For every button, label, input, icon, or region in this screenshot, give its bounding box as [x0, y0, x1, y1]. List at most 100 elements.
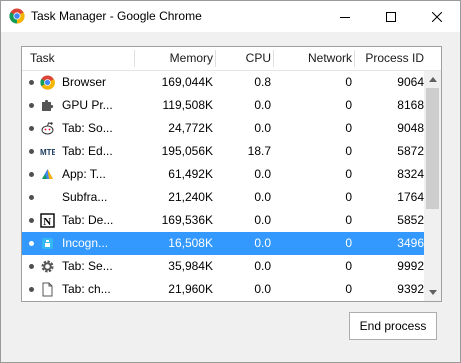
- process-id-value: 5852: [397, 213, 424, 227]
- status-dot: [29, 287, 34, 292]
- task-name: Tab: So...: [62, 121, 113, 135]
- chrome-icon: [40, 75, 55, 90]
- google-apps-icon: [42, 169, 53, 179]
- process-table: Task Memory CPU Network Process ID Brows…: [21, 46, 442, 302]
- process-id-value: 9992: [397, 259, 424, 273]
- cpu-value: 0.0: [254, 236, 271, 250]
- process-id-value: 8324: [397, 167, 424, 181]
- column-header-cpu[interactable]: CPU: [215, 47, 271, 70]
- process-id-value: 5872: [397, 144, 424, 158]
- network-value: 0: [345, 121, 352, 135]
- task-manager-window: Task Manager - Google Chrome Task Memory…: [0, 0, 461, 363]
- table-row[interactable]: GPU Pr... 119,508K 0.0 0 8168: [22, 94, 424, 117]
- chevron-up-icon: [428, 77, 437, 82]
- table-row[interactable]: Subfra... 21,240K 0.0 0 1764: [22, 186, 424, 209]
- network-value: 0: [345, 213, 352, 227]
- end-process-button[interactable]: End process: [349, 312, 437, 340]
- cpu-value: 0.0: [254, 98, 271, 112]
- process-id-value: 3496: [397, 236, 424, 250]
- svg-text:MTE: MTE: [40, 148, 55, 157]
- table-row[interactable]: Browser 169,044K 0.8 0 9064: [22, 71, 424, 94]
- cpu-value: 18.7: [247, 144, 271, 158]
- chrome-icon: [9, 8, 25, 24]
- cpu-value: 0.0: [254, 167, 271, 181]
- puzzle-icon: [42, 99, 54, 111]
- process-list: Browser 169,044K 0.8 0 9064 GPU Pr... 119,508K…: [22, 71, 424, 301]
- process-id-value: 9392: [397, 282, 424, 296]
- document-icon: [42, 282, 53, 297]
- task-name: Tab: Ed...: [62, 144, 113, 158]
- close-button[interactable]: [414, 1, 460, 32]
- column-header-task[interactable]: Task: [30, 47, 55, 70]
- scroll-down-button[interactable]: [424, 284, 441, 301]
- column-header-process-id[interactable]: Process ID: [354, 47, 424, 70]
- task-name: Incogn...: [62, 236, 109, 250]
- status-dot: [29, 149, 34, 154]
- reddit-icon: [41, 122, 54, 135]
- memory-value: 61,492K: [168, 167, 213, 181]
- network-value: 0: [345, 282, 352, 296]
- minimize-button[interactable]: [322, 1, 368, 32]
- title-bar[interactable]: Task Manager - Google Chrome: [1, 1, 460, 32]
- maximize-button[interactable]: [368, 1, 414, 32]
- status-dot: [29, 126, 34, 131]
- network-value: 0: [345, 259, 352, 273]
- extension-icon: [42, 238, 53, 249]
- scrollbar-thumb[interactable]: [426, 88, 439, 209]
- column-header-network[interactable]: Network: [273, 47, 352, 70]
- memory-value: 169,044K: [161, 75, 213, 89]
- none: [40, 190, 55, 205]
- memory-value: 195,056K: [161, 144, 213, 158]
- network-value: 0: [345, 167, 352, 181]
- cpu-value: 0.0: [254, 190, 271, 204]
- minimize-icon: [340, 16, 350, 18]
- column-header-memory[interactable]: Memory: [134, 47, 213, 70]
- status-dot: [29, 103, 34, 108]
- cpu-value: 0.0: [254, 121, 271, 135]
- memory-value: 21,240K: [168, 190, 213, 204]
- process-id-value: 8168: [397, 98, 424, 112]
- maximize-icon: [386, 11, 396, 22]
- vertical-scrollbar[interactable]: [424, 71, 441, 301]
- table-row[interactable]: Tab: So... 24,772K 0.0 0 9048: [22, 117, 424, 140]
- process-id-value: 9064: [397, 75, 424, 89]
- cpu-value: 0.0: [254, 259, 271, 273]
- task-name: Tab: De...: [62, 213, 114, 227]
- status-dot: [29, 195, 34, 200]
- process-id-value: 1764: [397, 190, 424, 204]
- network-value: 0: [345, 144, 352, 158]
- network-value: 0: [345, 236, 352, 250]
- task-name: Browser: [62, 75, 107, 89]
- svg-text:N: N: [43, 216, 51, 228]
- memory-value: 16,508K: [168, 236, 213, 250]
- table-row[interactable]: MTE Tab: Ed... 195,056K 18.7 0 5872: [22, 140, 424, 163]
- notion-icon: N: [40, 213, 55, 228]
- task-name: GPU Pr...: [62, 98, 113, 112]
- network-value: 0: [345, 190, 352, 204]
- chevron-down-icon: [428, 290, 437, 295]
- task-name: Subfra...: [62, 190, 108, 204]
- gear-icon: [41, 260, 54, 273]
- cpu-value: 0.8: [254, 75, 271, 89]
- task-name: App: T...: [62, 167, 106, 181]
- process-id-value: 9048: [397, 121, 424, 135]
- table-row[interactable]: Tab: ch... 21,960K 0.0 0 9392: [22, 278, 424, 301]
- status-dot: [29, 218, 34, 223]
- memory-value: 169,536K: [161, 213, 213, 227]
- table-row[interactable]: Incogn... 16,508K 0.0 0 3496: [22, 232, 424, 255]
- status-dot: [29, 172, 34, 177]
- memory-value: 35,984K: [168, 259, 213, 273]
- memory-value: 21,960K: [168, 282, 213, 296]
- table-row[interactable]: N Tab: De... 169,536K 0.0 0 5852: [22, 209, 424, 232]
- task-name: Tab: Se...: [62, 259, 113, 273]
- cpu-value: 0.0: [254, 213, 271, 227]
- table-row[interactable]: Tab: Se... 35,984K 0.0 0 9992: [22, 255, 424, 278]
- memory-value: 24,772K: [168, 121, 213, 135]
- network-value: 0: [345, 75, 352, 89]
- memory-value: 119,508K: [162, 98, 214, 112]
- table-row[interactable]: App: T... 61,492K 0.0 0 8324: [22, 163, 424, 186]
- scroll-up-button[interactable]: [424, 71, 441, 88]
- mte-icon: MTE: [40, 148, 55, 157]
- status-dot: [29, 80, 34, 85]
- close-icon: [432, 11, 442, 22]
